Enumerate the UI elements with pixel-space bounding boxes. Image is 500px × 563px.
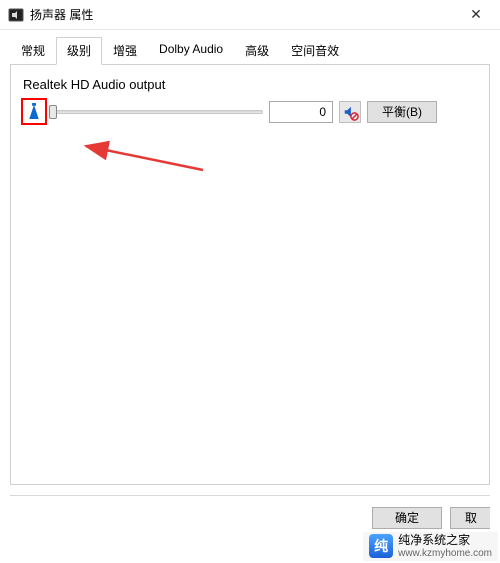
annotation-highlight [21, 98, 47, 125]
level-row: 0 平衡(B) [21, 98, 479, 125]
tab-advanced[interactable]: 高级 [234, 37, 280, 65]
titlebar: 扬声器 属性 ✕ [0, 0, 500, 30]
tab-levels[interactable]: 级别 [56, 37, 102, 65]
window-title: 扬声器 属性 [30, 6, 456, 23]
levels-panel: Realtek HD Audio output 0 [10, 65, 490, 485]
watermark-logo: 纯 [369, 534, 393, 558]
dialog-content: 常规 级别 增强 Dolby Audio 高级 空间音效 Realtek HD … [0, 30, 500, 485]
dialog-buttons: 确定 取 [10, 495, 490, 531]
close-icon: ✕ [470, 6, 482, 23]
watermark-url: www.kzmyhome.com [398, 548, 492, 560]
close-button[interactable]: ✕ [456, 0, 496, 30]
tab-general[interactable]: 常规 [10, 37, 56, 65]
volume-value[interactable]: 0 [269, 101, 333, 123]
tab-dolby[interactable]: Dolby Audio [148, 37, 234, 65]
speaker-icon [27, 103, 41, 120]
balance-button[interactable]: 平衡(B) [367, 101, 437, 123]
mute-button[interactable] [339, 101, 361, 123]
tab-enhance[interactable]: 增强 [102, 37, 148, 65]
device-label: Realtek HD Audio output [23, 77, 479, 92]
speaker-app-icon [8, 7, 24, 23]
slider-track [53, 110, 263, 114]
tab-spatial[interactable]: 空间音效 [280, 37, 350, 65]
volume-slider[interactable] [53, 104, 263, 120]
slider-thumb[interactable] [49, 105, 57, 119]
no-entry-icon [350, 112, 359, 121]
watermark: 纯 纯净系统之家 www.kzmyhome.com [363, 532, 498, 561]
tab-bar: 常规 级别 增强 Dolby Audio 高级 空间音效 [10, 36, 490, 65]
ok-button[interactable]: 确定 [372, 507, 442, 529]
watermark-name: 纯净系统之家 [398, 534, 492, 548]
cancel-button[interactable]: 取 [450, 507, 490, 529]
